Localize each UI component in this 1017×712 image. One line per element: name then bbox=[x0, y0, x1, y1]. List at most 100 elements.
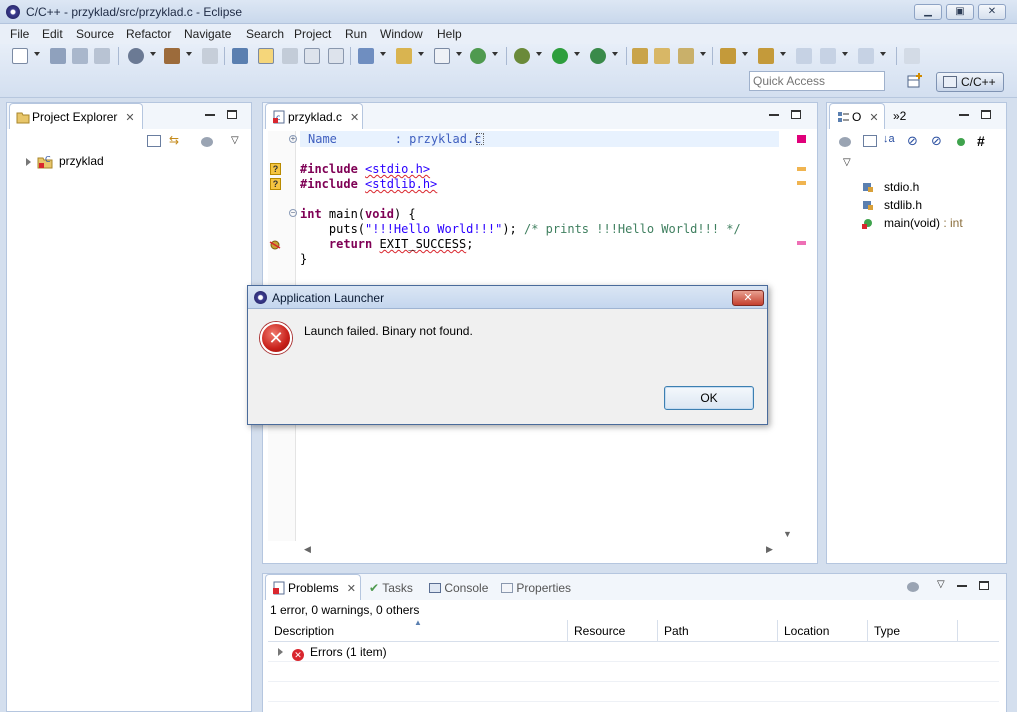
outline-item-stdio[interactable]: stdio.h bbox=[862, 180, 919, 194]
tab-tasks[interactable]: ✔ Tasks bbox=[369, 581, 413, 595]
view-menu-icon[interactable]: ▽ bbox=[231, 135, 239, 146]
menu-refactor[interactable]: Refactor bbox=[126, 27, 171, 41]
menu-help[interactable]: Help bbox=[437, 27, 462, 41]
open-perspective-icon[interactable] bbox=[906, 72, 924, 90]
menu-window[interactable]: Window bbox=[380, 27, 423, 41]
previous-annotation-icon[interactable] bbox=[758, 48, 774, 64]
debug-dropdown-icon[interactable] bbox=[536, 52, 542, 56]
search-icon[interactable] bbox=[678, 48, 694, 64]
new-cpp-project-icon[interactable] bbox=[358, 48, 374, 64]
column-path[interactable]: Path bbox=[658, 620, 778, 642]
back-dropdown-icon[interactable] bbox=[842, 52, 848, 56]
collapse-all-icon[interactable] bbox=[147, 135, 161, 147]
minimize-window-button[interactable]: ▁ bbox=[914, 4, 942, 20]
word-wrap-icon[interactable] bbox=[304, 48, 320, 64]
error-overview-marker[interactable] bbox=[797, 241, 806, 245]
mark-occurrences-icon[interactable] bbox=[232, 48, 248, 64]
tab-project-explorer[interactable]: Project Explorer ✕ bbox=[9, 103, 143, 129]
scroll-down-icon[interactable]: ▼ bbox=[783, 529, 792, 539]
external-tools-icon[interactable] bbox=[590, 48, 606, 64]
minimize-icon[interactable] bbox=[957, 585, 967, 587]
run-icon[interactable] bbox=[552, 48, 568, 64]
back-icon[interactable] bbox=[820, 48, 836, 64]
class-dropdown-icon[interactable] bbox=[456, 52, 462, 56]
hide-fields-icon[interactable] bbox=[839, 137, 851, 147]
expand-icon[interactable] bbox=[278, 648, 283, 656]
hide-nonpublic-icon[interactable]: ⊘ bbox=[931, 134, 945, 149]
column-location[interactable]: Location bbox=[778, 620, 868, 642]
outline-item-main[interactable]: main(void) : int bbox=[862, 216, 963, 230]
minimize-icon[interactable] bbox=[769, 114, 779, 116]
dialog-close-button[interactable]: ✕ bbox=[732, 290, 764, 306]
menu-edit[interactable]: Edit bbox=[42, 27, 63, 41]
build-hammer-icon[interactable] bbox=[164, 48, 180, 64]
next-annotation-dropdown-icon[interactable] bbox=[742, 52, 748, 56]
expand-icon[interactable] bbox=[26, 157, 31, 166]
new-class-icon[interactable] bbox=[434, 48, 450, 64]
project-dropdown-icon[interactable] bbox=[380, 52, 386, 56]
tab-przyklad-c[interactable]: c przyklad.c ✕ bbox=[265, 103, 363, 129]
scroll-right-icon[interactable]: ▶ bbox=[766, 544, 773, 555]
external-tools-dropdown-icon[interactable] bbox=[612, 52, 618, 56]
warning-overview-marker[interactable] bbox=[797, 167, 806, 171]
horizontal-scrollbar[interactable]: ◀ ▶ bbox=[300, 543, 780, 557]
filter-icon[interactable] bbox=[907, 582, 919, 592]
column-description[interactable]: Description ▲ bbox=[268, 618, 568, 642]
close-icon[interactable]: ✕ bbox=[347, 583, 356, 595]
warning-marker-icon[interactable]: ? bbox=[270, 178, 281, 190]
error-overview-icon[interactable] bbox=[797, 135, 806, 143]
overflow-tabs-indicator[interactable]: »2 bbox=[893, 109, 906, 123]
forward-icon[interactable] bbox=[858, 48, 874, 64]
new-dropdown-icon[interactable] bbox=[34, 52, 40, 56]
pin-editor-icon[interactable] bbox=[904, 48, 920, 64]
tab-outline[interactable]: O ✕ bbox=[829, 103, 885, 129]
ok-button[interactable]: OK bbox=[664, 386, 754, 410]
build-settings-icon[interactable] bbox=[128, 48, 144, 64]
close-icon[interactable]: ✕ bbox=[125, 112, 134, 124]
previous-annotation-dropdown-icon[interactable] bbox=[780, 52, 786, 56]
build-dropdown-icon[interactable] bbox=[150, 52, 156, 56]
hide-static-icon[interactable]: ⊘ bbox=[907, 134, 921, 149]
collapse-fold-icon[interactable]: − bbox=[289, 209, 297, 217]
menu-navigate[interactable]: Navigate bbox=[184, 27, 231, 41]
refresh-icon[interactable] bbox=[470, 48, 486, 64]
tab-console[interactable]: Console bbox=[429, 581, 488, 595]
maximize-icon[interactable] bbox=[791, 110, 801, 119]
quick-access-input[interactable] bbox=[749, 71, 885, 91]
menu-file[interactable]: File bbox=[10, 27, 29, 41]
tree-item-przyklad[interactable]: Cprzyklad bbox=[26, 154, 104, 169]
close-icon[interactable]: ✕ bbox=[869, 112, 878, 124]
save-all-icon[interactable] bbox=[72, 48, 88, 64]
minimize-icon[interactable] bbox=[205, 114, 215, 116]
new-icon[interactable] bbox=[12, 48, 28, 64]
filter-icon[interactable] bbox=[201, 137, 213, 147]
scroll-left-icon[interactable]: ◀ bbox=[304, 544, 311, 555]
hammer-dropdown-icon[interactable] bbox=[186, 52, 192, 56]
menu-project[interactable]: Project bbox=[294, 27, 331, 41]
search-dropdown-icon[interactable] bbox=[700, 52, 706, 56]
block-selection-icon[interactable] bbox=[282, 48, 298, 64]
new-folder-icon[interactable] bbox=[396, 48, 412, 64]
save-icon[interactable] bbox=[50, 48, 66, 64]
bug-marker-icon[interactable] bbox=[268, 238, 282, 250]
highlight-toggle-icon[interactable] bbox=[258, 48, 274, 64]
minimize-icon[interactable] bbox=[959, 114, 969, 116]
maximize-icon[interactable] bbox=[981, 110, 991, 119]
perspective-cpp-button[interactable]: C/C++ bbox=[936, 72, 1004, 92]
print-icon[interactable] bbox=[94, 48, 110, 64]
last-edit-location-icon[interactable] bbox=[796, 48, 812, 64]
menu-source[interactable]: Source bbox=[76, 27, 114, 41]
maximize-window-button[interactable]: ▣ bbox=[946, 4, 974, 20]
maximize-icon[interactable] bbox=[979, 581, 989, 590]
run-dropdown-icon[interactable] bbox=[574, 52, 580, 56]
next-annotation-icon[interactable] bbox=[720, 48, 736, 64]
close-icon[interactable]: ✕ bbox=[350, 112, 359, 124]
tab-problems[interactable]: Problems ✕ bbox=[265, 574, 361, 600]
build-target-icon[interactable] bbox=[202, 48, 218, 64]
show-whitespace-icon[interactable] bbox=[328, 48, 344, 64]
open-type-icon[interactable] bbox=[632, 48, 648, 64]
view-menu-icon[interactable]: ▽ bbox=[937, 579, 945, 590]
refresh-dropdown-icon[interactable] bbox=[492, 52, 498, 56]
open-element-icon[interactable] bbox=[654, 48, 670, 64]
view-menu-icon[interactable]: ▽ bbox=[843, 157, 851, 168]
